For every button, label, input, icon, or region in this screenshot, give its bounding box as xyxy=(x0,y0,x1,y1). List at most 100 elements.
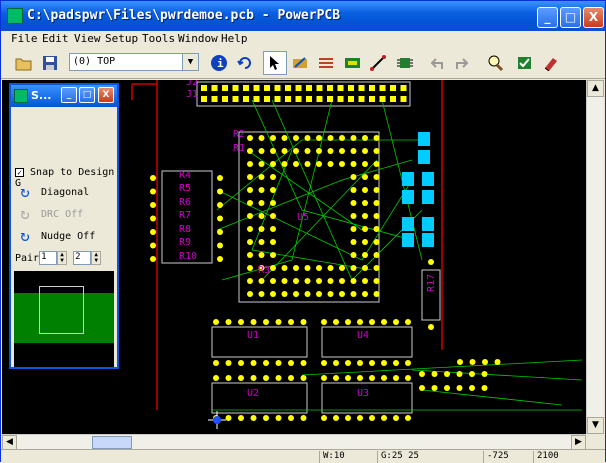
open-folder-icon[interactable] xyxy=(12,51,36,75)
scroll-left-arrow-icon[interactable]: ◀ xyxy=(2,435,17,450)
close-button[interactable]: X xyxy=(583,7,604,28)
pad xyxy=(369,85,375,91)
pad xyxy=(275,360,282,366)
pad xyxy=(225,319,232,325)
pad xyxy=(217,188,223,195)
status-grid: G:25 25 xyxy=(377,451,419,463)
pair-stepper-2[interactable]: ▲ ▼ xyxy=(91,251,102,265)
nudge-button[interactable]: ↻ Nudge Off xyxy=(15,227,95,245)
pad xyxy=(431,385,438,391)
pad xyxy=(250,360,257,366)
pair-input-2[interactable]: 2 xyxy=(73,251,92,265)
pad xyxy=(362,226,368,232)
pad xyxy=(250,415,257,421)
title-bar[interactable]: C:\padspwr\Files\pwrdemoe.pcb - PowerPCB… xyxy=(1,1,605,31)
status-x-coord: -725 xyxy=(483,451,509,463)
route-icon[interactable] xyxy=(367,51,391,75)
chevron-down-icon[interactable]: ▼ xyxy=(182,54,198,70)
panel-title-bar[interactable]: S... _ □ X xyxy=(11,85,117,107)
scroll-up-arrow-icon[interactable]: ▲ xyxy=(587,80,604,97)
redo-icon[interactable] xyxy=(451,51,475,75)
u2-outline xyxy=(211,382,308,414)
panel-maximize-button[interactable]: □ xyxy=(79,87,95,103)
pad xyxy=(444,371,450,377)
pad xyxy=(327,278,334,284)
pad xyxy=(300,319,307,325)
pad xyxy=(428,324,434,330)
pad xyxy=(243,85,249,91)
drc-button[interactable]: ↻ DRC Off xyxy=(15,205,83,223)
undo-icon[interactable] xyxy=(425,51,449,75)
pad xyxy=(225,415,232,421)
menu-setup[interactable]: Setup xyxy=(105,32,138,45)
pad xyxy=(327,291,334,297)
powerpcb-app-icon xyxy=(7,8,23,24)
scroll-down-arrow-icon[interactable]: ▼ xyxy=(587,417,604,434)
vertical-scrollbar[interactable]: ▲ ▼ xyxy=(586,80,604,434)
component-pads xyxy=(150,85,501,421)
pad xyxy=(270,161,276,167)
horizontal-scrollbar[interactable]: ◀ ▶ xyxy=(2,434,586,450)
pad xyxy=(345,319,351,325)
component-label-u5: U5 xyxy=(297,212,309,223)
pair-stepper-1[interactable]: ▲ ▼ xyxy=(57,251,68,265)
menu-file[interactable]: File xyxy=(11,32,38,45)
scroll-right-arrow-icon[interactable]: ▶ xyxy=(571,435,586,450)
pad xyxy=(316,85,323,91)
board-preview[interactable] xyxy=(14,271,114,367)
pad xyxy=(431,371,438,377)
pad xyxy=(263,360,269,366)
pad xyxy=(373,135,380,141)
pad xyxy=(274,96,281,102)
horizontal-scroll-thumb[interactable] xyxy=(92,436,132,449)
menu-tools[interactable]: Tools xyxy=(142,32,175,45)
pad xyxy=(316,148,322,154)
component-label-u1: U1 xyxy=(247,330,259,341)
pad xyxy=(281,135,288,141)
layer-select[interactable]: (0) TOP ▼ xyxy=(69,53,199,71)
pad xyxy=(369,96,375,102)
pad xyxy=(243,96,249,102)
info-icon[interactable]: i xyxy=(207,51,231,75)
pad xyxy=(247,174,253,180)
pad xyxy=(253,85,260,91)
pad xyxy=(275,415,282,421)
preview-view-frame[interactable] xyxy=(39,286,84,334)
redraw-icon[interactable] xyxy=(233,51,257,75)
pad xyxy=(293,148,299,154)
menu-edit[interactable]: Edit xyxy=(42,32,69,45)
menu-view[interactable]: View xyxy=(74,32,101,45)
pad xyxy=(373,161,380,167)
diagonal-label: Diagonal xyxy=(41,187,90,198)
component-label-u3: U3 xyxy=(357,388,369,399)
pad xyxy=(419,385,425,391)
pair-input-1[interactable]: 1 xyxy=(39,251,58,265)
pad xyxy=(293,265,299,271)
ecofile-icon[interactable] xyxy=(341,51,365,75)
pad xyxy=(247,148,253,154)
diagonal-route-icon: ↻ xyxy=(20,182,30,201)
pad xyxy=(211,85,218,91)
save-disk-icon[interactable] xyxy=(38,51,62,75)
verify-icon[interactable] xyxy=(513,51,537,75)
design-icon[interactable] xyxy=(315,51,339,75)
pad xyxy=(339,148,345,154)
pad xyxy=(238,375,244,381)
diagonal-button[interactable]: ↻ Diagonal xyxy=(15,183,89,201)
pad xyxy=(428,259,434,265)
menu-window[interactable]: Window xyxy=(178,32,218,45)
panel-minimize-button[interactable]: _ xyxy=(61,87,77,103)
menu-help[interactable]: Help xyxy=(221,32,248,45)
maximize-button[interactable]: □ xyxy=(560,7,581,28)
erase-icon[interactable] xyxy=(539,51,563,75)
minimize-button[interactable]: _ xyxy=(537,7,558,28)
zoom-icon[interactable] xyxy=(483,51,507,75)
panel-close-button[interactable]: X xyxy=(98,87,114,103)
snap-checkbox[interactable]: ✓ xyxy=(15,167,24,177)
drafting-icon[interactable] xyxy=(289,51,313,75)
pad xyxy=(373,278,380,284)
bga-icon[interactable] xyxy=(393,51,417,75)
select-arrow-icon[interactable] xyxy=(263,51,287,75)
pad xyxy=(381,360,387,366)
pad xyxy=(304,148,311,154)
